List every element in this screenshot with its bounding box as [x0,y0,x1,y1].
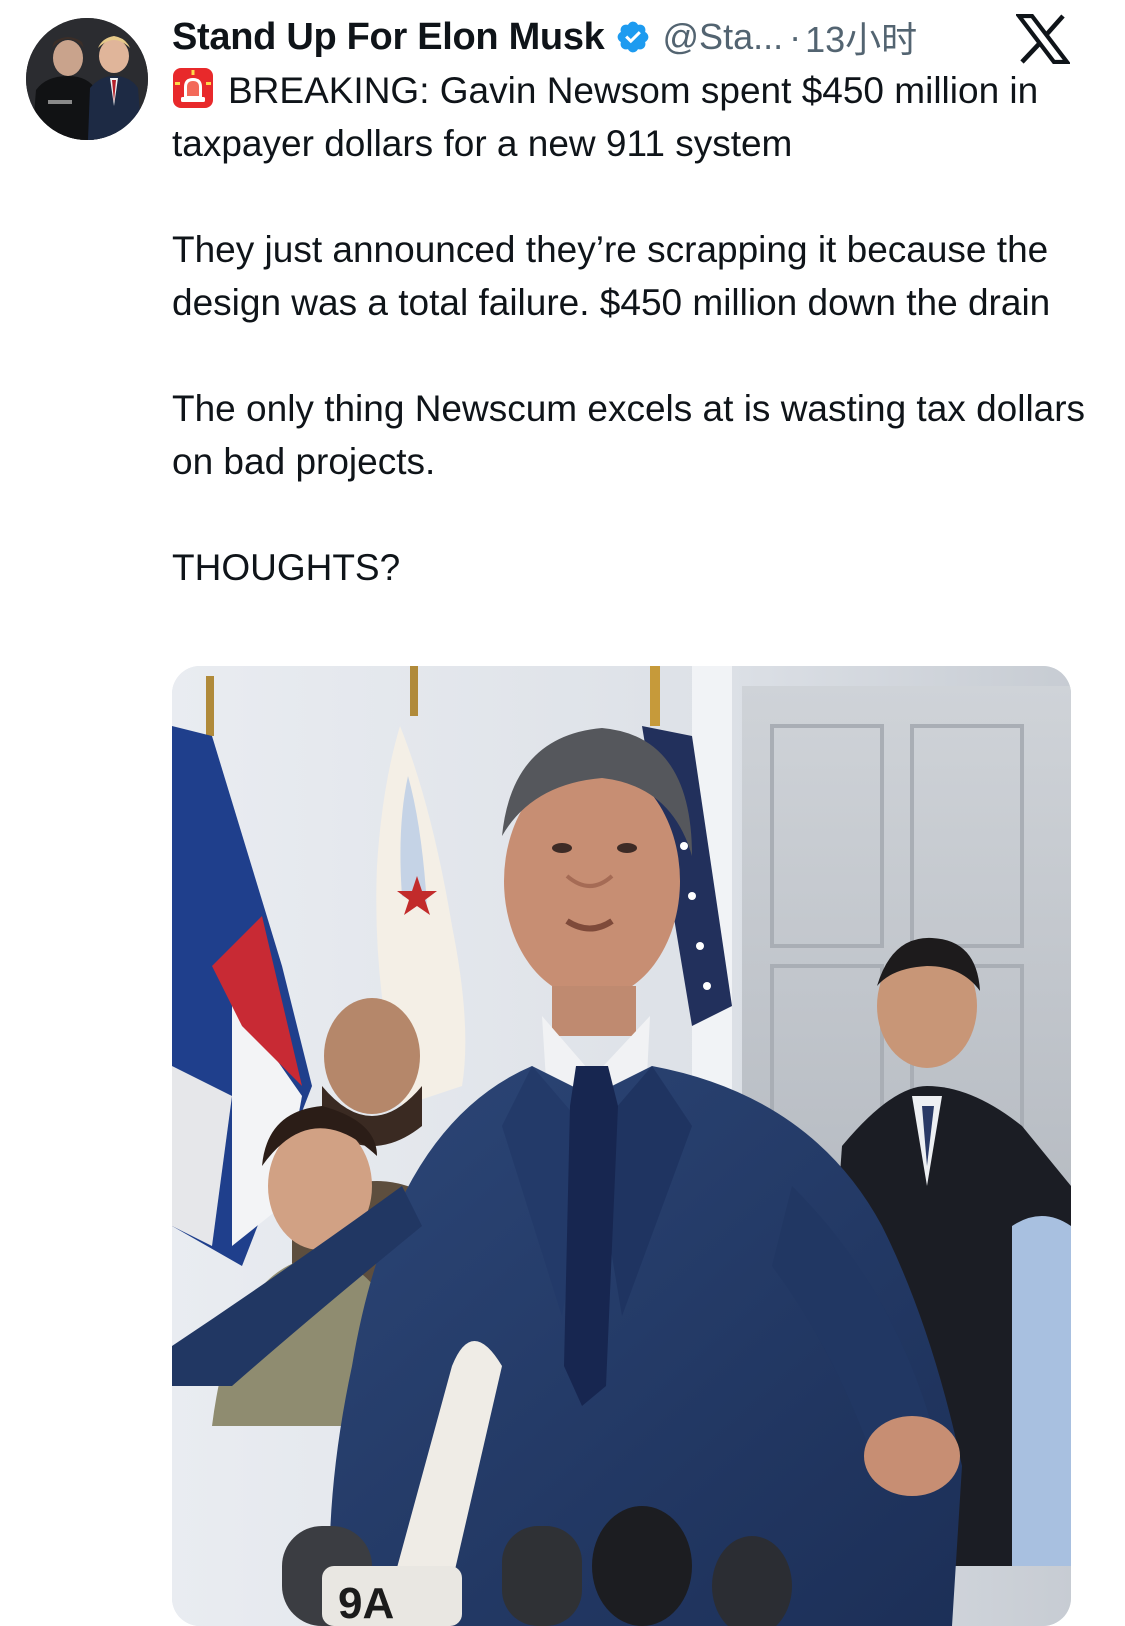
x-logo-icon [1014,13,1072,65]
siren-emoji [172,67,214,109]
press-conference-photo: 9A [172,666,1071,1626]
tweet-paragraph: The only thing Newscum excels at is wast… [172,388,1086,482]
tweet-timestamp[interactable]: 13小时 [805,11,917,63]
mic-flag-label: 9A [338,1579,394,1626]
tweet-paragraph: They just announced they’re scrapping it… [172,229,1051,323]
author-display-name[interactable]: Stand Up For Elon Musk [172,16,605,59]
author-avatar[interactable] [26,18,148,140]
tweet-paragraph-text: BREAKING: Gavin Newsom spent $450 millio… [172,70,1039,164]
verified-badge-icon [615,19,651,55]
tweet-paragraph: THOUGHTS? [172,547,401,588]
tweet-paragraph: BREAKING: Gavin Newsom spent $450 millio… [172,64,1092,170]
tweet-text: BREAKING: Gavin Newsom spent $450 millio… [172,64,1092,594]
header-separator: · [789,16,802,57]
tweet-media-image[interactable]: 9A [172,666,1071,1626]
tweet-header: Stand Up For Elon Musk @Sta... · 13小时 [172,12,917,62]
author-handle[interactable]: @Sta... [663,16,784,58]
